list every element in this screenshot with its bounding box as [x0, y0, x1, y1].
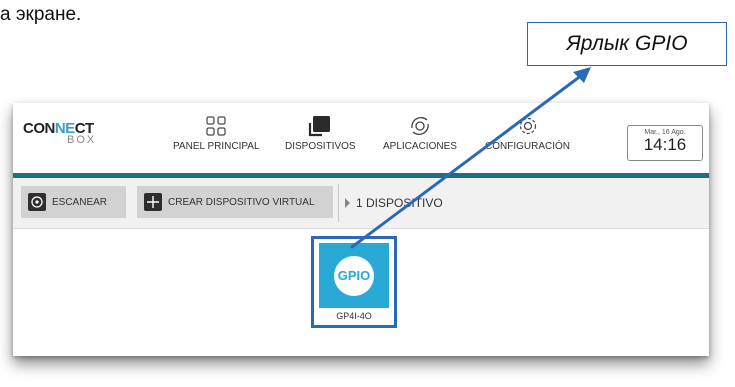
- arrowhead-icon: [573, 67, 591, 83]
- nav-aplicaciones[interactable]: APLICACIONES: [383, 115, 457, 152]
- nav-panel-principal[interactable]: PANEL PRINCIPAL: [173, 115, 260, 152]
- caret-right-icon: [345, 198, 350, 208]
- nav-aplicaciones-label: APLICACIONES: [383, 141, 457, 152]
- toolbar-divider: [338, 184, 339, 222]
- gpio-icon: GPIO: [334, 255, 374, 296]
- create-virtual-device-label: CREAR DISPOSITIVO VIRTUAL: [168, 196, 315, 208]
- device-name-label: GP4I-4O: [336, 311, 372, 321]
- nav-panel-principal-label: PANEL PRINCIPAL: [173, 141, 260, 152]
- gpio-device-tile[interactable]: GPIO: [319, 243, 389, 308]
- toolbar: ESCANEAR CREAR DISPOSITIVO VIRTUAL 1 DIS…: [13, 178, 709, 229]
- plus-icon: [144, 193, 162, 211]
- nav-dispositivos-label: DISPOSITIVOS: [285, 141, 356, 152]
- connectbox-screen: CONNECT BOX PANEL PRINCIPAL DISPOSITIVOS: [13, 103, 709, 356]
- top-header: CONNECT BOX PANEL PRINCIPAL DISPOSITIVOS: [13, 103, 709, 173]
- scan-icon: [28, 193, 46, 211]
- nav-configuracion[interactable]: CONFIGURACIÓN: [485, 115, 570, 152]
- nav-dispositivos[interactable]: DISPOSITIVOS: [285, 115, 356, 152]
- time-label: 14:16: [643, 135, 687, 154]
- grid-icon: [206, 116, 226, 136]
- connectbox-logo: CONNECT BOX: [23, 120, 97, 146]
- gpio-callout-label: Ярлык GPIO: [527, 22, 727, 66]
- device-count: 1 DISPOSITIVO: [345, 196, 443, 210]
- create-virtual-device-button[interactable]: CREAR DISPOSITIVO VIRTUAL: [137, 186, 333, 218]
- nav-configuracion-label: CONFIGURACIÓN: [485, 141, 570, 152]
- settings-icon: [519, 117, 536, 135]
- scan-button[interactable]: ESCANEAR: [21, 186, 126, 218]
- scan-button-label: ESCANEAR: [52, 196, 108, 208]
- devices-icon: [309, 116, 331, 137]
- applications-icon: [411, 116, 429, 136]
- date-time-display: Mar., 16 Ago. 14:16: [627, 125, 703, 161]
- document-text-fragment: а экране.: [0, 4, 82, 25]
